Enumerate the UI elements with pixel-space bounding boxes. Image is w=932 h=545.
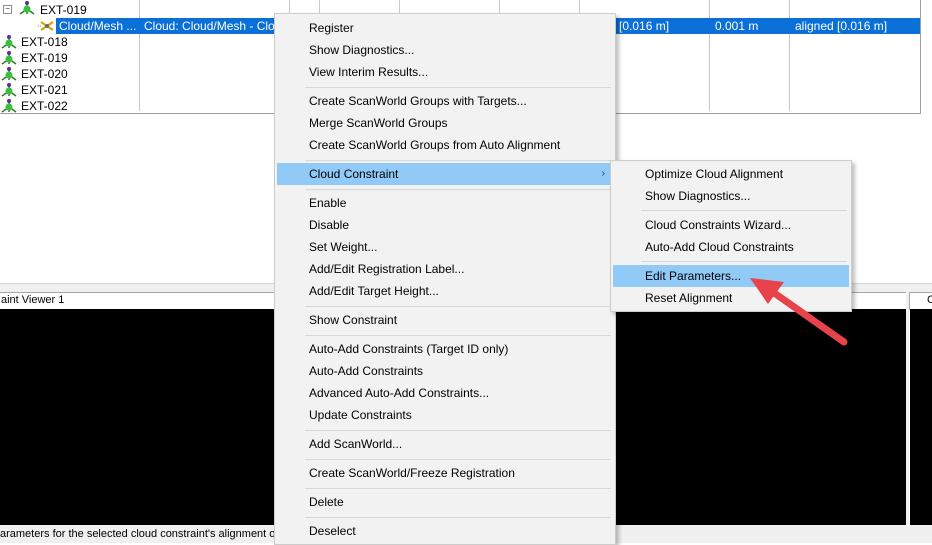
menu-separator (305, 87, 611, 88)
menu-item-add-scanworld[interactable]: Add ScanWorld... (277, 433, 613, 455)
context-menu: Register Show Diagnostics... View Interi… (274, 13, 616, 545)
row-error: [0.016 m] (619, 19, 670, 33)
menu-separator (641, 210, 847, 211)
scanworld-node-icon (1, 51, 17, 65)
menu-item-merge-groups[interactable]: Merge ScanWorld Groups (277, 112, 613, 134)
menu-item-set-weight[interactable]: Set Weight... (277, 236, 613, 258)
tree-node-parent[interactable]: EXT-019 (40, 3, 87, 17)
menu-item-delete[interactable]: Delete (277, 491, 613, 513)
tree-node-item[interactable]: EXT-021 (21, 83, 68, 97)
menu-separator (305, 306, 611, 307)
menu-separator (305, 488, 611, 489)
submenu-item-constraints-wizard[interactable]: Cloud Constraints Wizard... (613, 214, 849, 236)
tree-node-item[interactable]: EXT-018 (21, 35, 68, 49)
row-status: aligned [0.016 m] (795, 19, 888, 33)
menu-item-show-constraint[interactable]: Show Constraint (277, 309, 613, 331)
menu-separator (305, 459, 611, 460)
menu-item-cloud-constraint-label: Cloud Constraint (309, 167, 399, 181)
submenu-item-auto-add-cloud[interactable]: Auto-Add Cloud Constraints (613, 236, 849, 258)
menu-separator (305, 189, 611, 190)
menu-separator (641, 261, 847, 262)
tree-node-item[interactable]: EXT-020 (21, 67, 68, 81)
collapse-expander-icon[interactable]: − (3, 5, 12, 14)
menu-item-enable[interactable]: Enable (277, 192, 613, 214)
row-name: Cloud/Mesh ... (59, 19, 137, 33)
cloud-mesh-icon (38, 21, 54, 31)
scanworld-node-icon (1, 83, 17, 97)
menu-item-create-groups-targets[interactable]: Create ScanWorld Groups with Targets... (277, 90, 613, 112)
menu-item-disable[interactable]: Disable (277, 214, 613, 236)
submenu-item-show-diagnostics[interactable]: Show Diagnostics... (613, 185, 849, 207)
menu-item-advanced-auto-add[interactable]: Advanced Auto-Add Constraints... (277, 382, 613, 404)
vertical-splitter[interactable] (906, 292, 909, 525)
row-weight: 0.001 m (715, 19, 759, 33)
menu-item-auto-add-target-id[interactable]: Auto-Add Constraints (Target ID only) (277, 338, 613, 360)
menu-item-update-constraints[interactable]: Update Constraints (277, 404, 613, 426)
side-pane-canvas[interactable] (910, 309, 932, 525)
menu-item-edit-registration-label[interactable]: Add/Edit Registration Label... (277, 258, 613, 280)
tree-node-item[interactable]: EXT-022 (21, 99, 68, 113)
annotation-arrow-icon (750, 278, 848, 346)
scanworld-node-icon (1, 35, 17, 49)
side-pane-title: C (927, 294, 932, 306)
row-description: Cloud: Cloud/Mesh - Cloud (144, 19, 274, 33)
menu-item-deselect[interactable]: Deselect (277, 520, 613, 542)
tree-node-item[interactable]: EXT-019 (21, 51, 68, 65)
menu-item-show-diagnostics[interactable]: Show Diagnostics... (277, 39, 613, 61)
scanworld-node-icon (1, 67, 17, 81)
menu-item-freeze-registration[interactable]: Create ScanWorld/Freeze Registration (277, 462, 613, 484)
menu-separator (305, 335, 611, 336)
menu-item-edit-target-height[interactable]: Add/Edit Target Height... (277, 280, 613, 302)
menu-item-auto-add-constraints[interactable]: Auto-Add Constraints (277, 360, 613, 382)
submenu-arrow-icon: › (601, 168, 605, 179)
side-pane-header: C (909, 292, 932, 310)
menu-item-cloud-constraint[interactable]: Cloud Constraint › (277, 163, 613, 185)
menu-separator (305, 160, 611, 161)
scanworld-node-icon (19, 1, 35, 15)
scanworld-node-icon (1, 99, 17, 113)
menu-separator (305, 430, 611, 431)
submenu-item-optimize-alignment[interactable]: Optimize Cloud Alignment (613, 163, 849, 185)
menu-item-view-interim-results[interactable]: View Interim Results... (277, 61, 613, 83)
menu-separator (305, 517, 611, 518)
status-text: arameters for the selected cloud constra… (0, 528, 297, 540)
constraint-viewer-title: aint Viewer 1 (1, 294, 65, 306)
menu-item-create-groups-auto[interactable]: Create ScanWorld Groups from Auto Alignm… (277, 134, 613, 156)
menu-item-register[interactable]: Register (277, 17, 613, 39)
